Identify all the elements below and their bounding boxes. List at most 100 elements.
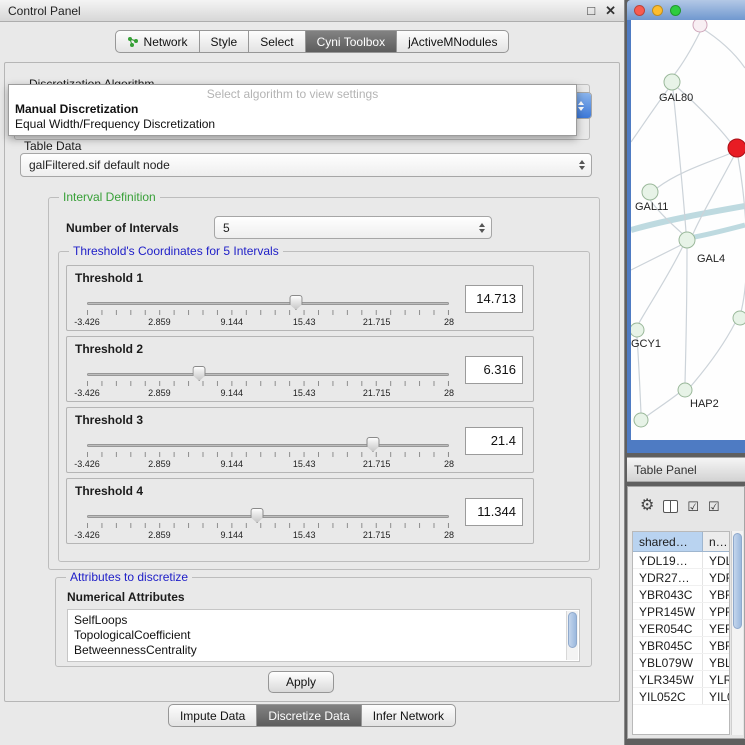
table-row[interactable]: YDL19…YDL1… [633,552,729,569]
close-window-icon[interactable] [634,5,645,16]
table-row[interactable]: YBL079WYBL0… [633,654,729,671]
cell-name[interactable]: YDL1… [703,552,729,568]
table-row[interactable]: YDR27…YDR2… [633,569,729,586]
network-node[interactable] [679,232,695,248]
tick-label: 21.715 [363,530,391,540]
cell-name[interactable]: YPR1… [703,603,729,619]
table-scrollbar[interactable] [731,531,743,735]
threshold-value-field[interactable]: 21.4 [465,427,523,455]
cell-shared-name[interactable]: YLR345W [633,671,703,687]
threshold-slider[interactable]: -3.4262.8599.14415.4321.71528 [87,434,449,472]
list-item[interactable]: TopologicalCoefficient [68,628,579,643]
table-data-combobox[interactable]: galFiltered.sif default node [20,153,592,177]
cell-shared-name[interactable]: YBR045C [633,637,703,653]
node-label: GAL80 [659,92,693,104]
network-node[interactable] [693,20,707,32]
cell-shared-name[interactable]: YDR27… [633,569,703,585]
selected-network-node[interactable] [728,139,745,157]
threshold-slider[interactable]: -3.4262.8599.14415.4321.71528 [87,363,449,401]
gear-icon[interactable]: ⚙ [640,498,654,514]
network-node[interactable] [733,311,745,325]
table-row[interactable]: YBR043CYBR0… [633,586,729,603]
zoom-window-icon[interactable] [670,5,681,16]
slider-thumb[interactable] [251,508,264,523]
slider-ticks [87,381,449,386]
threshold-slider[interactable]: -3.4262.8599.14415.4321.71528 [87,505,449,543]
network-node[interactable] [664,74,680,90]
table-row[interactable]: YIL052CYIL0… [633,688,729,705]
cell-shared-name[interactable]: YBR043C [633,586,703,602]
number-of-intervals-combobox[interactable]: 5 [214,216,492,239]
cell-name[interactable]: YLR3… [703,671,729,687]
dropdown-option-equal-width-frequency[interactable]: Equal Width/Frequency Discretization [9,116,576,131]
float-window-icon[interactable]: □ [587,3,595,19]
combobox-arrows-icon[interactable] [575,160,589,170]
tab-label: Discretize Data [268,709,349,723]
apply-button[interactable]: Apply [268,671,334,693]
table-row[interactable]: YLR345WYLR3… [633,671,729,688]
dropdown-option-manual-discretization[interactable]: Manual Discretization [9,101,576,116]
network-node[interactable] [678,383,692,397]
cell-shared-name[interactable]: YIL052C [633,688,703,704]
slider-ticks [87,452,449,457]
threshold-slider[interactable]: -3.4262.8599.14415.4321.71528 [87,292,449,330]
scrollbar-thumb[interactable] [733,533,742,629]
select-none-icon[interactable]: ☑ [708,500,720,513]
threshold-label: Threshold 4 [75,484,143,498]
tab-jactivemodules[interactable]: jActiveMNodules [397,30,509,53]
number-of-intervals-label: Number of Intervals [66,221,179,235]
cell-name[interactable]: YER0… [703,620,729,636]
close-icon[interactable]: ✕ [605,3,616,19]
cell-name[interactable]: YIL0… [703,688,729,704]
cell-shared-name[interactable]: YBL079W [633,654,703,670]
select-all-icon[interactable]: ☑ [687,500,699,513]
tab-select[interactable]: Select [249,30,305,53]
cell-name[interactable]: YBR0… [703,637,729,653]
slider-track[interactable] [87,444,449,447]
tab-style[interactable]: Style [200,30,250,53]
list-scrollbar[interactable] [566,611,578,660]
column-header-name[interactable]: n… [703,532,729,551]
slider-track[interactable] [87,515,449,518]
column-header-shared-name[interactable]: shared… [633,532,703,551]
list-item[interactable]: SelfLoops [68,613,579,628]
minimize-window-icon[interactable] [652,5,663,16]
cell-name[interactable]: YDR2… [703,569,729,585]
cell-shared-name[interactable]: YER054C [633,620,703,636]
numerical-attributes-list[interactable]: SelfLoopsTopologicalCoefficientBetweenne… [67,609,580,662]
slider-track[interactable] [87,373,449,376]
cell-shared-name[interactable]: YDL19… [633,552,703,568]
slider-thumb[interactable] [193,366,206,381]
cell-name[interactable]: YBL0… [703,654,729,670]
cell-shared-name[interactable]: YPR145W [633,603,703,619]
tab-discretize-data[interactable]: Discretize Data [257,704,361,727]
table-panel-title: Table Panel [634,463,697,477]
threshold-value-field[interactable]: 6.316 [465,356,523,384]
cell-name[interactable]: YBR0… [703,586,729,602]
tick-label: 15.43 [293,388,316,398]
table-row[interactable]: YER054CYER0… [633,620,729,637]
slider-tick-labels: -3.4262.8599.14415.4321.71528 [87,459,449,470]
table-row[interactable]: YBR045CYBR0… [633,637,729,654]
network-canvas[interactable]: GAL80GAL11GAL4GCY1HAP2 [631,20,745,440]
network-node[interactable] [631,323,644,337]
tab-impute-data[interactable]: Impute Data [168,704,257,727]
slider-thumb[interactable] [289,295,302,310]
combobox-arrows-icon[interactable] [475,223,489,233]
network-node[interactable] [642,184,658,200]
slider-track[interactable] [87,302,449,305]
scrollbar-thumb[interactable] [568,612,577,648]
threshold-value-field[interactable]: 11.344 [465,498,523,526]
tick-label: -3.426 [74,530,100,540]
tab-cyni-toolbox[interactable]: Cyni Toolbox [306,30,397,53]
slider-thumb[interactable] [366,437,379,452]
list-item[interactable]: BetweennessCentrality [68,643,579,658]
slider-ticks [87,310,449,315]
threshold-value-field[interactable]: 14.713 [465,285,523,313]
network-window-titlebar[interactable] [627,0,745,20]
network-node[interactable] [634,413,648,427]
table-row[interactable]: YPR145WYPR1… [633,603,729,620]
tab-infer-network[interactable]: Infer Network [362,704,456,727]
columns-icon[interactable] [663,500,678,513]
tab-network[interactable]: Network [115,30,200,53]
